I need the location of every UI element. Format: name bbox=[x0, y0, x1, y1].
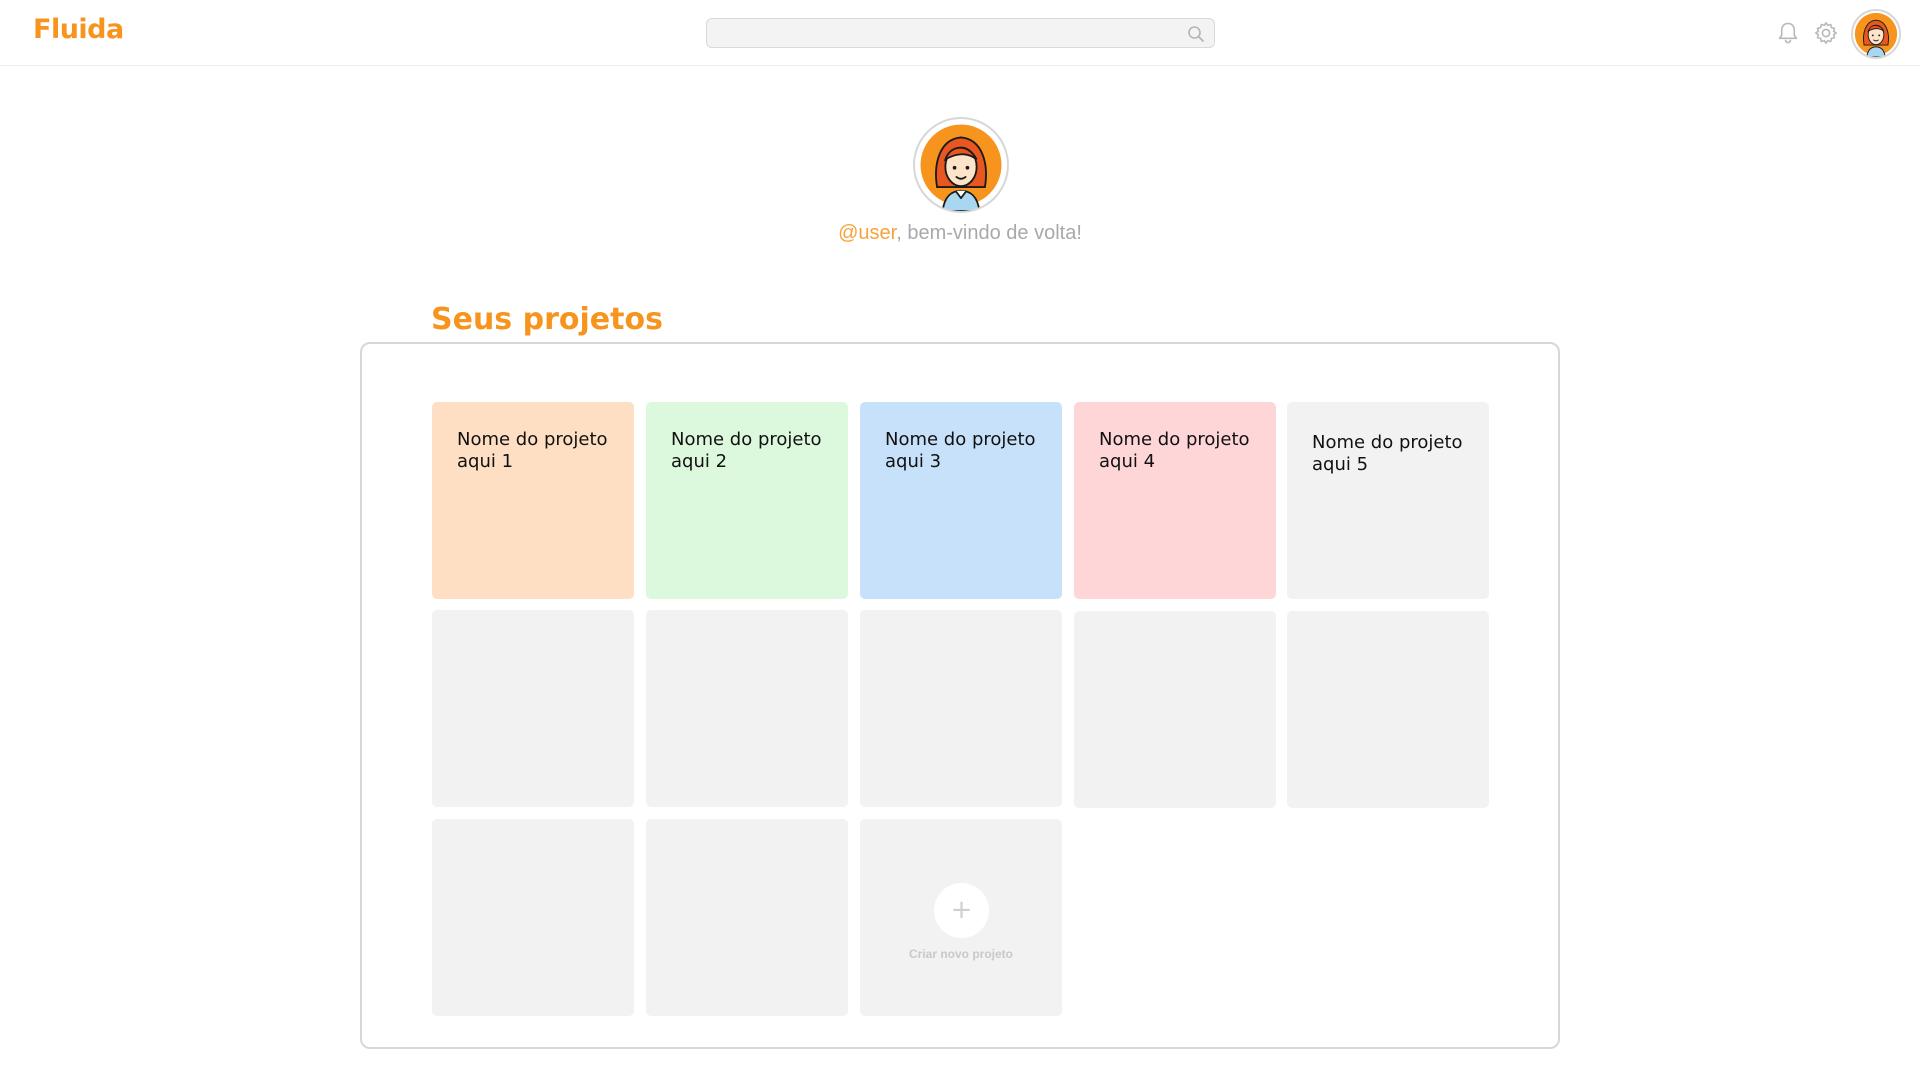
project-card[interactable]: Nome do projeto aqui 5 bbox=[1287, 402, 1489, 599]
avatar bbox=[920, 124, 1002, 211]
project-name: Nome do projeto aqui 2 bbox=[671, 429, 822, 472]
profile-avatar[interactable] bbox=[913, 117, 1009, 213]
project-card[interactable]: Nome do projeto aqui 1 bbox=[432, 402, 634, 599]
bell-icon[interactable] bbox=[1775, 20, 1801, 46]
welcome-message: @user, bem-vindo de volta! bbox=[0, 222, 1920, 245]
project-card[interactable]: Nome do projeto aqui 2 bbox=[646, 402, 848, 599]
project-name: Nome do projeto aqui 5 bbox=[1312, 432, 1463, 475]
empty-project-slot bbox=[646, 610, 848, 807]
empty-project-slot bbox=[646, 819, 848, 1016]
gear-icon[interactable] bbox=[1813, 20, 1839, 46]
welcome-greeting: , bem-vindo de volta! bbox=[896, 222, 1082, 244]
empty-project-slot bbox=[860, 610, 1062, 807]
project-card[interactable]: Nome do projeto aqui 3 bbox=[860, 402, 1062, 599]
project-name: Nome do projeto aqui 4 bbox=[1099, 429, 1250, 472]
top-bar: Fluida bbox=[0, 0, 1920, 66]
project-name: Nome do projeto aqui 1 bbox=[457, 429, 608, 472]
avatar bbox=[1854, 12, 1898, 57]
create-project-card[interactable]: + Criar novo projeto bbox=[860, 819, 1062, 1016]
search-icon[interactable] bbox=[1186, 24, 1206, 44]
project-name: Nome do projeto aqui 3 bbox=[885, 429, 1036, 472]
empty-project-slot bbox=[1287, 611, 1489, 808]
empty-project-slot bbox=[432, 610, 634, 807]
app-logo[interactable]: Fluida bbox=[33, 14, 124, 45]
plus-icon[interactable]: + bbox=[934, 883, 989, 938]
project-card[interactable]: Nome do projeto aqui 4 bbox=[1074, 402, 1276, 599]
empty-project-slot bbox=[432, 819, 634, 1016]
projects-panel: Nome do projeto aqui 1 Nome do projeto a… bbox=[360, 342, 1560, 1049]
empty-project-slot bbox=[1074, 611, 1276, 808]
search-input[interactable] bbox=[715, 23, 1155, 43]
create-project-label: Criar novo projeto bbox=[908, 947, 1013, 961]
user-handle: @user bbox=[838, 222, 897, 244]
user-avatar-button[interactable] bbox=[1851, 9, 1901, 59]
search-bar[interactable] bbox=[706, 18, 1215, 48]
section-title: Seus projetos bbox=[431, 302, 663, 337]
